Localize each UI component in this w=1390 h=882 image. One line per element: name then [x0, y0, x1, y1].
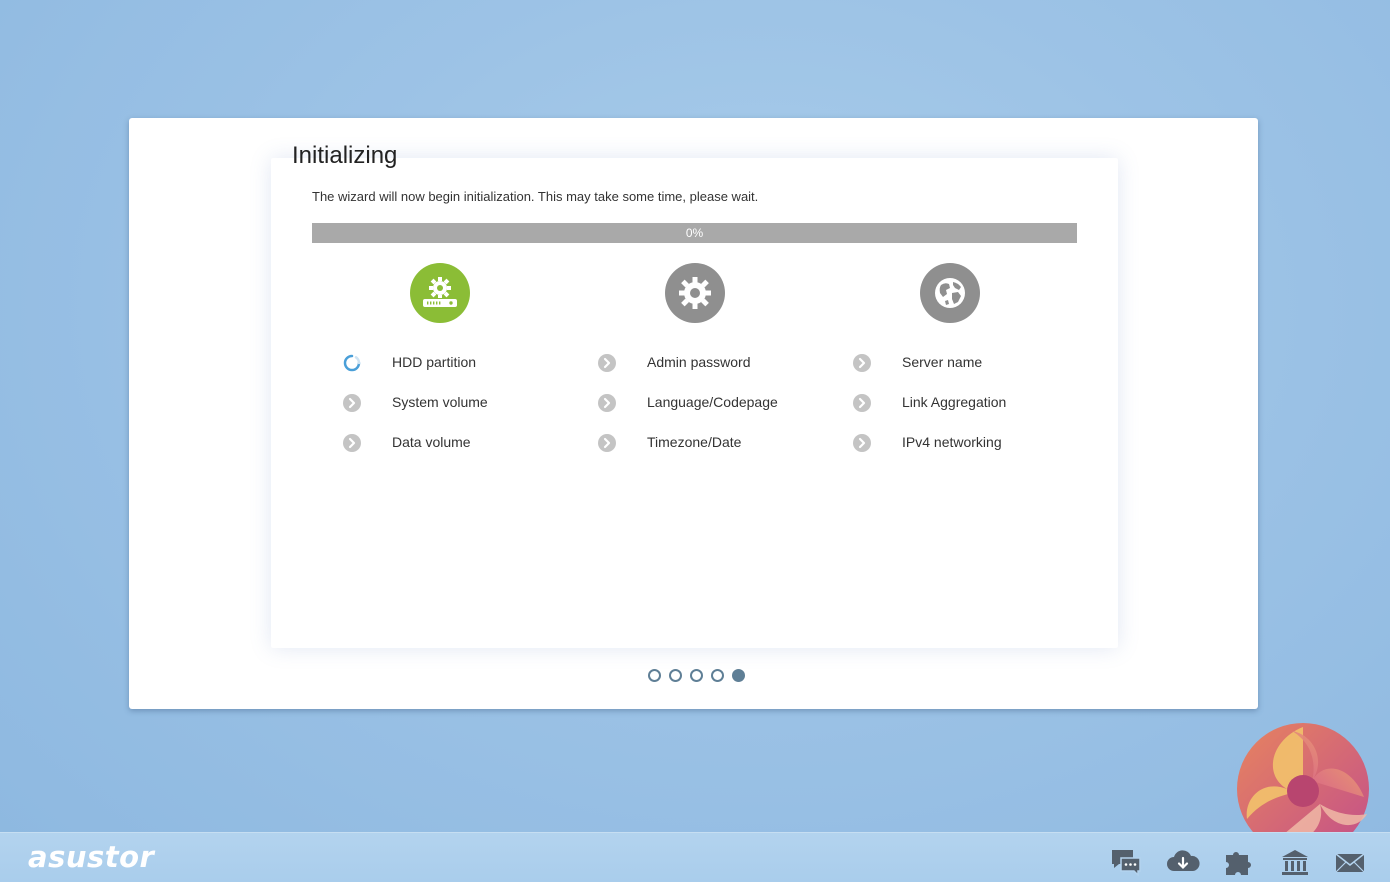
pagination-dot-4: [711, 669, 724, 682]
mail-icon[interactable]: [1333, 847, 1367, 877]
step-label: Timezone/Date: [647, 434, 742, 450]
pagination-dot-2: [669, 669, 682, 682]
loading-spinner-icon: [343, 354, 361, 372]
cloud-download-icon[interactable]: [1165, 847, 1200, 877]
page-title: Initializing: [292, 142, 398, 169]
chevron-right-icon: [343, 394, 361, 412]
globe-icon: [920, 263, 980, 323]
chevron-right-icon: [598, 394, 616, 412]
chevron-right-icon: [853, 434, 871, 452]
step-timezone-date: Timezone/Date: [592, 433, 832, 453]
step-label: System volume: [392, 394, 488, 410]
chat-icon[interactable]: [1109, 847, 1143, 877]
chevron-right-icon: [343, 434, 361, 452]
wizard-pagination: [648, 669, 748, 682]
initialization-wizard-dialog: Initializing The wizard will now begin i…: [129, 118, 1258, 709]
pagination-dot-5: [732, 669, 745, 682]
wizard-description: The wizard will now begin initialization…: [312, 189, 759, 204]
progress-label: 0%: [685, 226, 704, 240]
plugin-icon[interactable]: [1221, 847, 1255, 877]
pagination-dot-1: [648, 669, 661, 682]
step-label: HDD partition: [392, 354, 477, 370]
step-label: Server name: [902, 354, 983, 370]
chevron-right-icon: [853, 394, 871, 412]
bank-icon[interactable]: [1278, 847, 1312, 877]
chevron-right-icon: [598, 434, 616, 452]
asustor-logo: asustor: [28, 840, 155, 874]
step-label: Link Aggregation: [902, 394, 1007, 410]
taskbar: asustor: [0, 832, 1390, 882]
progress-bar: 0%: [312, 223, 1077, 243]
step-label: Admin password: [647, 354, 751, 370]
gear-icon: [665, 263, 725, 323]
step-language-codepage: Language/Codepage: [592, 393, 832, 413]
step-server-name: Server name: [847, 353, 1087, 373]
chevron-right-icon: [853, 354, 871, 372]
step-data-volume: Data volume: [337, 433, 577, 453]
step-ipv4-networking: IPv4 networking: [847, 433, 1087, 453]
step-link-aggregation: Link Aggregation: [847, 393, 1087, 413]
hdd-gear-icon: [410, 263, 470, 323]
pagination-dot-3: [690, 669, 703, 682]
step-label: IPv4 networking: [902, 434, 1002, 450]
step-label: Language/Codepage: [647, 394, 778, 410]
step-system-volume: System volume: [337, 393, 577, 413]
step-hdd-partition: HDD partition: [337, 353, 577, 373]
chevron-right-icon: [598, 354, 616, 372]
step-admin-password: Admin password: [592, 353, 832, 373]
step-label: Data volume: [392, 434, 471, 450]
